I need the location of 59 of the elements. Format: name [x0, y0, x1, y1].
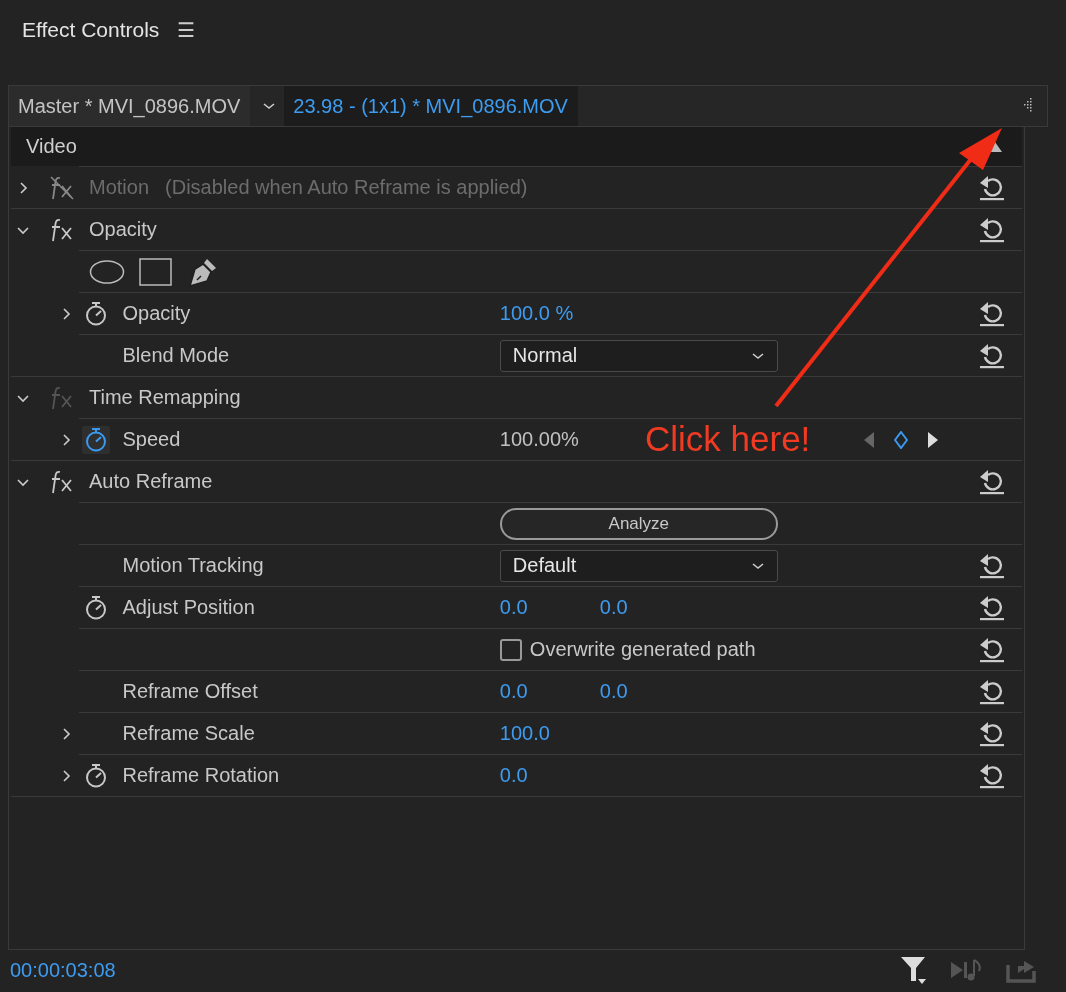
chevron-down-icon[interactable] [262, 101, 277, 111]
property-value[interactable]: 0.0 [499, 596, 600, 619]
chevron-icon[interactable] [60, 433, 73, 446]
property-value[interactable]: 0.0 [599, 680, 700, 703]
effect-name: Motion [89, 176, 150, 199]
grip-icon[interactable] [1021, 98, 1033, 114]
property-label: Adjust Position [122, 596, 255, 618]
reset-icon[interactable] [979, 720, 1006, 747]
reset-icon[interactable] [979, 636, 1006, 663]
property-label: Reframe Rotation [122, 764, 280, 786]
next-keyframe-icon[interactable] [928, 431, 939, 448]
chevron-icon[interactable] [60, 307, 73, 320]
reset-icon[interactable] [979, 300, 1006, 327]
panel-title: Effect Controls [22, 18, 160, 42]
dropdown[interactable]: Default [499, 549, 778, 582]
rectangle-mask-icon[interactable] [139, 257, 173, 286]
property-value[interactable]: 0.0 [599, 596, 700, 619]
effect-note: (Disabled when Auto Reframe is applied) [165, 176, 528, 199]
effect-name: Opacity [89, 218, 157, 241]
checkbox-label[interactable]: Overwrite generated path [529, 638, 756, 661]
property-value[interactable]: 0.0 [499, 680, 600, 703]
property-value[interactable]: 100.0 [499, 722, 600, 745]
reset-icon[interactable] [979, 594, 1006, 621]
chevron-icon[interactable] [60, 769, 73, 782]
chevron-down-icon [750, 560, 765, 571]
property-value: 100.00% [499, 428, 579, 451]
clip-tab[interactable]: 23.98 - (1x1) * MVI_0896.MOV [284, 86, 578, 126]
keyframe-icon[interactable] [894, 430, 909, 449]
previous-keyframe-icon[interactable] [864, 431, 875, 448]
fx-icon[interactable] [49, 468, 75, 495]
filter-icon[interactable] [900, 955, 928, 985]
effect-name: Auto Reframe [89, 470, 213, 493]
property-value[interactable]: 0.0 [499, 764, 600, 787]
clip-tab[interactable]: Master * MVI_0896.MOV [9, 86, 251, 126]
property-label: Motion Tracking [122, 554, 264, 576]
reset-icon[interactable] [979, 468, 1005, 495]
section-label: Video [26, 135, 77, 158]
reset-icon[interactable] [979, 342, 1006, 369]
reset-icon[interactable] [979, 552, 1006, 579]
fx-icon[interactable] [49, 216, 75, 243]
property-label: Reframe Offset [122, 680, 258, 702]
chevron-icon[interactable] [60, 727, 73, 740]
property-value[interactable]: 100.0 % [499, 302, 600, 325]
property-label: Speed [122, 428, 181, 450]
chevron-down-icon [750, 350, 765, 361]
reset-icon[interactable] [979, 762, 1006, 789]
timecode[interactable]: 00:00:03:08 [10, 958, 116, 982]
property-label: Blend Mode [122, 344, 230, 366]
dropdown[interactable]: Normal [499, 339, 778, 372]
stopwatch-icon[interactable] [81, 425, 110, 454]
effect-name: Time Remapping [89, 386, 241, 409]
annotation-text: Click here! [645, 419, 811, 459]
analyze-button[interactable]: Analyze [499, 507, 778, 540]
reset-icon[interactable] [979, 216, 1005, 243]
property-label: Reframe Scale [122, 722, 255, 744]
ellipse-mask-icon[interactable] [89, 258, 125, 285]
checkbox[interactable] [499, 638, 522, 661]
reset-icon[interactable] [979, 678, 1006, 705]
property-label: Opacity [122, 302, 191, 324]
